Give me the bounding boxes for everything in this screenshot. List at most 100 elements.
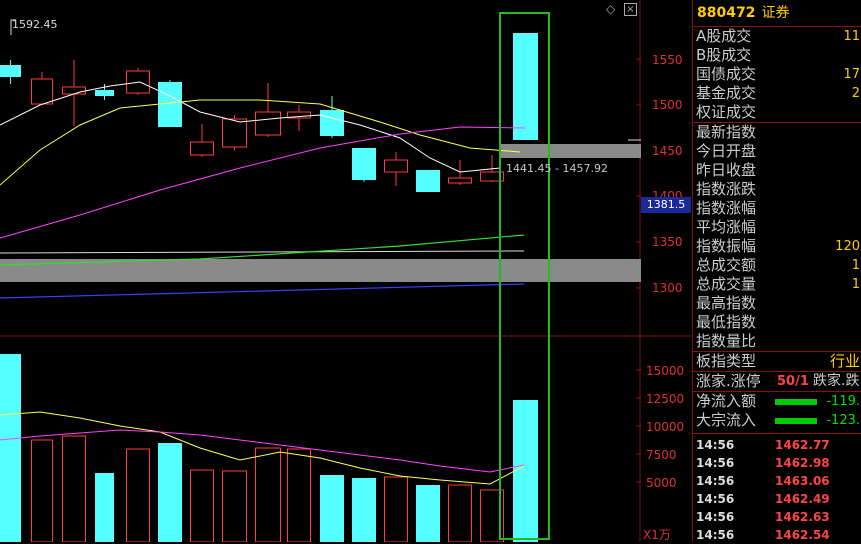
tick-row: 14:56 1462.77 xyxy=(693,436,861,454)
info-row: 指数涨跌 xyxy=(693,180,861,199)
kline-chart-area[interactable]: 1592.45 1441.45 - 1457.92 1550 1500 1450… xyxy=(0,0,691,542)
info-label: 权证成交 xyxy=(696,103,757,121)
info-value: 11 xyxy=(843,29,860,44)
tick-time: 14:56 xyxy=(696,474,735,488)
tick-row: 14:56 1462.49 xyxy=(693,490,861,508)
volume-bar xyxy=(190,469,214,542)
tick-time: 14:56 xyxy=(696,492,735,506)
info-label: 今日开盘 xyxy=(696,142,757,160)
candle-body xyxy=(190,141,214,156)
volume-tick: 12500 xyxy=(646,392,685,406)
info-row: 指数量比 xyxy=(693,332,861,351)
tick-price: 1462.49 xyxy=(775,492,830,506)
info-label: 指数振幅 xyxy=(696,237,757,255)
price-marker: 1381.5 xyxy=(641,197,691,213)
tick-time: 14:56 xyxy=(696,456,735,470)
tick-price: 1463.06 xyxy=(775,474,830,488)
candle-body xyxy=(62,86,86,95)
info-value: 2 xyxy=(851,86,860,101)
info-value: 120 xyxy=(835,239,860,254)
ma5-line xyxy=(0,81,501,173)
volume-bar xyxy=(255,447,281,542)
info-row: 权证成交 xyxy=(693,103,861,122)
info-label: 昨日收盘 xyxy=(696,161,757,179)
candle-body xyxy=(384,159,408,173)
tick-price: 1462.63 xyxy=(775,510,830,524)
volume-bar xyxy=(384,476,408,542)
tick-price: 1462.54 xyxy=(775,528,830,542)
tick-time: 14:56 xyxy=(696,528,735,542)
info-value: 17 xyxy=(843,67,860,82)
info-row: 基金成交 2 xyxy=(693,84,861,103)
top-price-label: 1592.45 xyxy=(12,18,58,31)
volume-bar xyxy=(95,473,114,542)
info-label: 指数量比 xyxy=(696,332,757,350)
ma120-line xyxy=(0,250,525,254)
tick-price: 1462.77 xyxy=(775,438,830,452)
index-info-panel: 880472 证券 A股成交 11 B股成交 国债成交 17 基金成交 2 权证成交 最新指数今… xyxy=(692,0,861,542)
volume-tick: 5000 xyxy=(646,476,677,490)
candle-body xyxy=(255,111,281,136)
info-value: 1 xyxy=(851,258,860,273)
kline-chart[interactable] xyxy=(0,0,691,542)
tick-row: 14:56 1462.54 xyxy=(693,526,861,544)
flow-row: 大宗流入 -123. xyxy=(693,411,861,430)
stock-code: 880472 xyxy=(697,5,756,21)
volume-bar xyxy=(513,400,538,542)
index-type-label: 板指类型 xyxy=(696,352,757,370)
volume-tick: 10000 xyxy=(646,420,685,434)
info-label: A股成交 xyxy=(696,27,752,45)
tick-price: 1462.98 xyxy=(775,456,830,470)
volume-bar xyxy=(31,439,53,542)
volume-bar xyxy=(352,478,376,542)
price-tick: 1350 xyxy=(652,235,683,249)
volume-tick: 7500 xyxy=(646,448,677,462)
volume-bar xyxy=(416,485,440,542)
flow-value: -123. xyxy=(826,413,860,428)
info-value: 1 xyxy=(851,277,860,292)
info-label: 国债成交 xyxy=(696,65,757,83)
info-label: B股成交 xyxy=(696,46,752,64)
gap-band xyxy=(500,144,641,158)
price-tick: 1500 xyxy=(652,98,683,112)
info-label: 指数涨幅 xyxy=(696,199,757,217)
price-tick: 1450 xyxy=(652,144,683,158)
candle-body xyxy=(31,78,53,105)
info-row: 最低指数 xyxy=(693,313,861,332)
flow-bar xyxy=(775,399,817,405)
info-label: 最新指数 xyxy=(696,123,757,141)
candle-body xyxy=(416,170,440,192)
close-icon[interactable]: × xyxy=(624,3,637,16)
index-type-value: 行业 xyxy=(829,352,860,370)
volume-unit-label: X1万 xyxy=(643,528,671,542)
tick-row: 14:56 1462.63 xyxy=(693,508,861,526)
volume-bar xyxy=(287,448,311,542)
info-row: 最新指数 xyxy=(693,123,861,142)
flow-label: 大宗流入 xyxy=(696,411,757,429)
volume-bar xyxy=(126,448,150,542)
flow-value: -119. xyxy=(826,394,860,409)
info-row: 总成交量 1 xyxy=(693,275,861,294)
flow-row: 净流入额 -119. xyxy=(693,392,861,411)
stock-title[interactable]: 880472 证券 xyxy=(693,0,861,27)
volume-tick: 15000 xyxy=(646,364,685,378)
info-label: 最高指数 xyxy=(696,294,757,312)
tick-time: 14:56 xyxy=(696,438,735,452)
volume-bar xyxy=(222,470,247,542)
tick-time: 14:56 xyxy=(696,510,735,524)
diamond-icon[interactable]: ◇ xyxy=(606,2,615,16)
flow-label: 净流入额 xyxy=(696,392,757,410)
volume-bar xyxy=(448,484,472,542)
range-label: 1441.45 - 1457.92 xyxy=(506,162,608,175)
info-label: 基金成交 xyxy=(696,84,757,102)
info-row: 昨日收盘 xyxy=(693,161,861,180)
stock-name: 证券 xyxy=(761,5,790,21)
info-row: 总成交额 1 xyxy=(693,256,861,275)
info-row: 指数涨幅 xyxy=(693,199,861,218)
volume-bar xyxy=(320,475,344,542)
candle-body xyxy=(158,82,182,127)
volume-bar xyxy=(0,354,21,542)
candle-body xyxy=(448,177,472,184)
info-label: 总成交额 xyxy=(696,256,757,274)
candle-body xyxy=(320,110,344,136)
